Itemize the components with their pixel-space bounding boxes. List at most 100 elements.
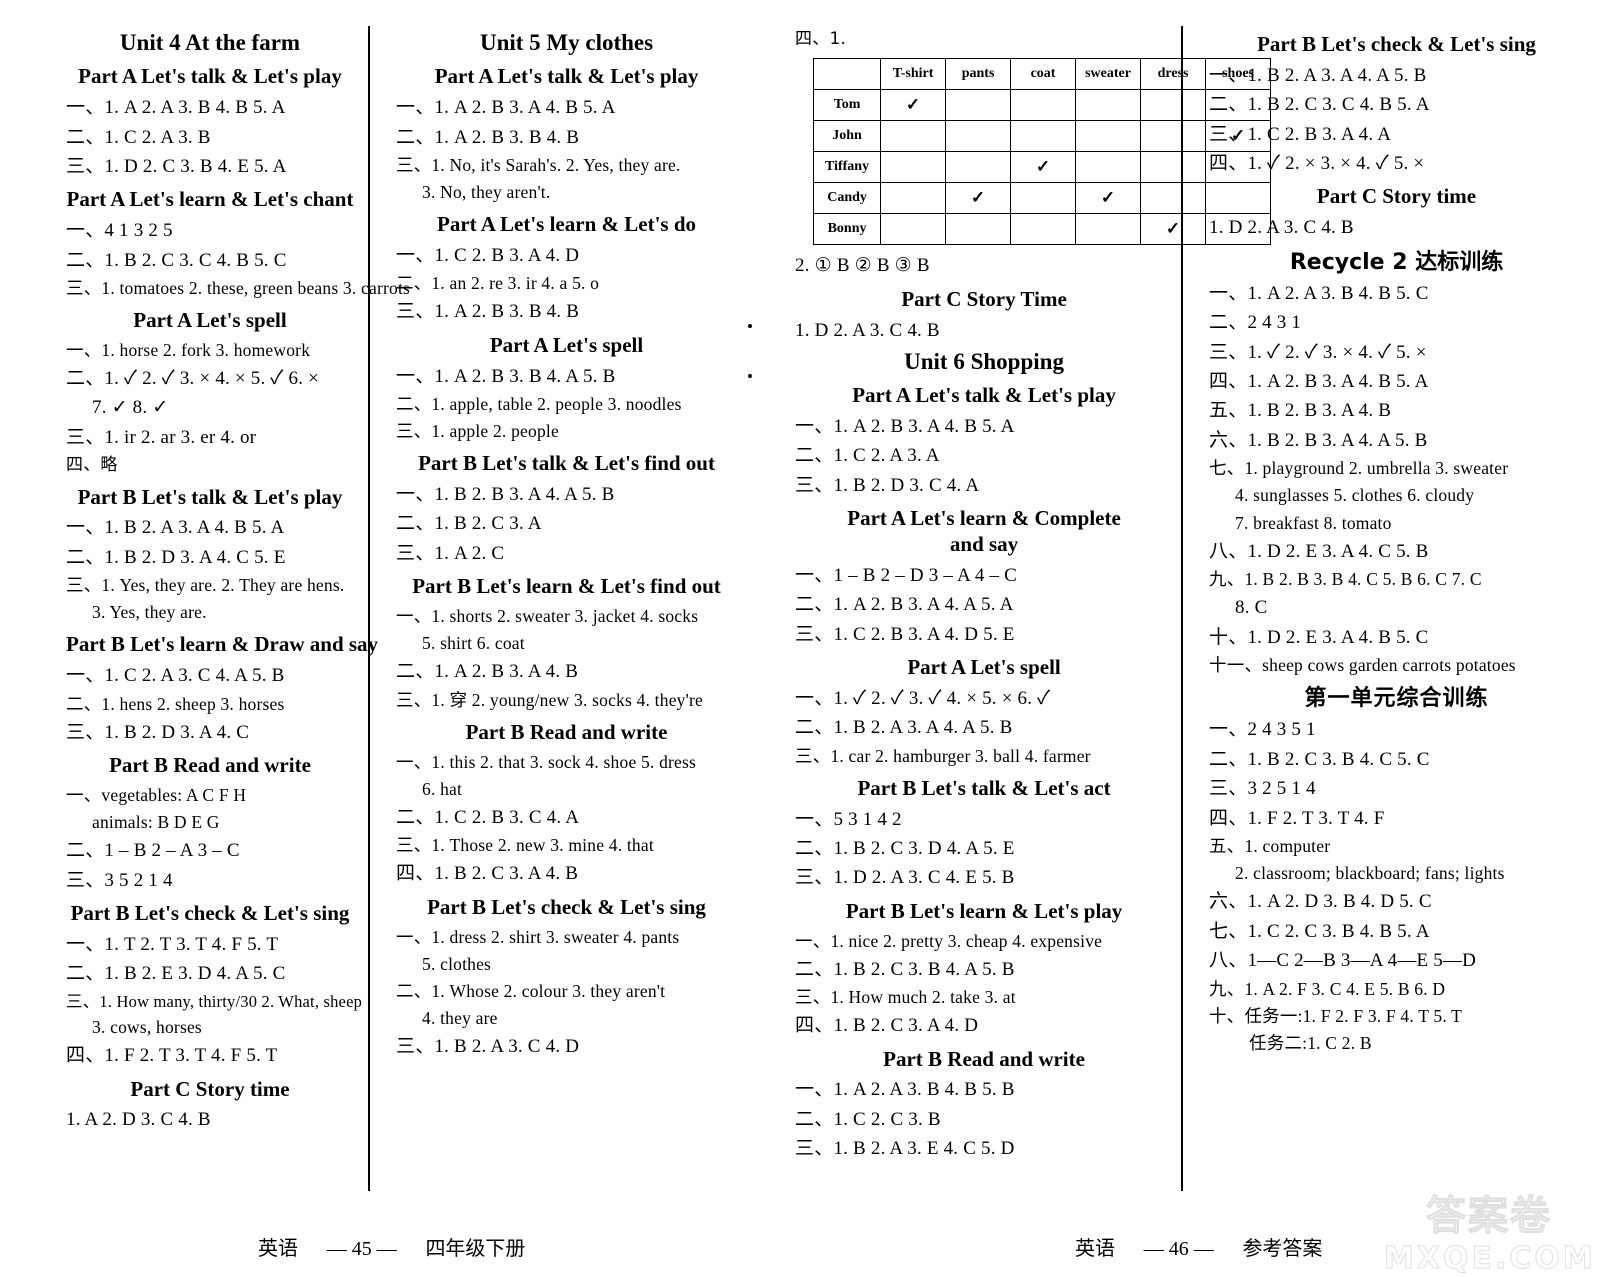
footer-book: 参考答案 [1242,1236,1323,1260]
answer-line: 三、1. B 2. D 3. C 4. A [795,474,980,496]
answer-line: 一、1. A 2. A 3. B 4. B 5. A [66,97,286,119]
empty-cell [945,89,1012,122]
empty-cell [880,151,947,184]
answer-line: 二、1. C 2. A 3. A [795,445,940,467]
empty-cell [945,151,1012,184]
answer-line: 一、1. B 2. A 3. A 4. A 5. B [1209,64,1427,86]
answer-line: 4. they are [422,1007,498,1028]
empty-cell [945,213,1012,246]
table-row-label: Tiffany [813,151,882,184]
answer-line: 二、1. ✓ 2. ✓ 3. × 4. × 5. ✓ 6. × [66,367,320,389]
answer-line: 二、1. an 2. re 3. ir 4. a 5. o [396,273,600,294]
answer-line: 一、1. dress 2. shirt 3. sweater 4. pants [396,926,680,947]
answer-line: 6. hat [422,778,463,799]
table-col-header: pants [945,58,1012,91]
answer-line: 二、2 4 3 1 [1209,312,1302,334]
answer-line: 5. shirt 6. coat [422,633,525,654]
answer-line: animals: B D E G [92,812,220,833]
page-footer: 英语 — 45 — 四年级下册 英语 — 46 — 参考答案 答案卷 MXQE.… [0,1191,1600,1277]
answer-line: 三、1. Those 2. new 3. mine 4. that [396,835,654,856]
answer-line: 四、1. B 2. C 3. A 4. B [396,863,579,885]
answer-line: 三、1. A 2. B 3. B 4. B [396,301,580,323]
answer-line: 二、1. B 2. C 3. C 4. B 5. C [66,249,287,271]
col3-section1-header: Part C Story Time [901,286,1067,311]
answer-line: 二、1. C 2. B 3. C 4. A [396,806,580,828]
answer-line: 三、1. 穿 2. young/new 3. socks 4. they're [396,689,703,710]
empty-cell [1075,89,1142,122]
answer-line: 三、1. ✓ 2. ✓ 3. × 4. ✓ 5. × [1209,341,1427,363]
check-icon: ✓ [1035,157,1051,177]
watermark-line-2: MXQE.COM [1384,1241,1596,1277]
answer-line: 一、1. A 2. B 3. A 4. B 5. A [396,97,616,119]
check-icon: ✓ [970,188,986,208]
check-mark-cell: ✓ [1010,151,1077,184]
answer-line: 七、1. playground 2. umbrella 3. sweater [1209,458,1509,479]
column-3-unit6: 四、1. T-shirt pants coat sweater dress sh… [748,26,1272,1191]
table-row-label: Tom [813,89,882,122]
empty-cell [1075,213,1142,246]
answer-line: 十、任务一:1. F 2. F 3. F 4. T 5. T [1209,1005,1463,1026]
empty-cell [1010,213,1077,246]
answer-line: 三、3 2 5 1 4 [1209,778,1316,800]
answer-line: 二、1. C 2. A 3. B [66,126,211,148]
answer-line: 四、1. F 2. T 3. T 4. F 5. T [66,1045,278,1067]
answer-line: 7. ✓ 8. ✓ [92,397,169,419]
col4-section2-header: Part C Story time [1316,184,1477,209]
col1-section5-header: Part B Let's learn & Draw and say [66,632,379,657]
answer-line: 一、1. A 2. B 3. A 4. B 5. A [795,416,1015,438]
column-2-unit5: Unit 5 My clothes Part A Let's talk & Le… [368,26,751,1191]
answer-line: 一、5 3 1 4 2 [795,808,902,830]
question-4-part2: 2. ① B ② B ③ B [795,255,930,277]
answer-line: 8. C [1235,597,1268,619]
footer-subject: 英语 [1075,1236,1115,1260]
answer-line: 一、1. horse 2. fork 3. homework [66,339,311,360]
answer-line: 十一、sheep cows garden carrots potatoes [1209,655,1516,676]
table-row-label: Bonny [813,213,882,246]
col4-section1-header: Part B Let's check & Let's sing [1257,32,1536,56]
answer-line: 一、1. C 2. B 3. A 4. D [396,244,580,266]
answer-line: 三、3 5 2 1 4 [66,869,173,891]
answer-line: 三、1. Yes, they are. 2. They are hens. [66,575,345,596]
footer-left: 英语 — 45 — 四年级下册 [258,1232,525,1261]
table-col-header: T-shirt [880,58,947,91]
col1-section3-header: Part A Let's spell [133,308,287,333]
footer-book: 四年级下册 [425,1236,526,1260]
footer-subject: 英语 [258,1236,298,1260]
answer-line: 一、1. A 2. A 3. B 4. B 5. C [1209,282,1429,304]
check-icon: ✓ [905,95,921,115]
answer-line: 二、1. B 2. C 3. D 4. A 5. E [795,837,1015,859]
col1-section4-header: Part B Let's talk & Let's play [77,484,343,509]
answer-line: 二、1. hens 2. sheep 3. horses [66,693,285,714]
answer-line: 三、1. B 2. D 3. A 4. C [66,721,250,743]
answer-line: 2. classroom; blackboard; fans; lights [1235,863,1505,884]
answer-line: 三、1. No, it's Sarah's. 2. Yes, they are. [396,154,681,175]
clothing-checkbox-table-wrapper: T-shirt pants coat sweater dress shoes T… [813,58,1272,246]
answer-line: 五、1. computer [1209,836,1331,856]
answer-line: 四、1. B 2. C 3. A 4. D [795,1015,979,1037]
answer-line: 四、1. ✓ 2. × 3. × 4. ✓ 5. × [1209,153,1425,175]
recycle2-title: Recycle 2 达标训练 [1289,249,1504,275]
answer-line: 七、1. C 2. C 3. B 4. B 5. A [1209,920,1430,942]
answer-line: 二、1. B 2. D 3. A 4. C 5. E [66,546,286,568]
col1-section7-header: Part B Let's check & Let's sing [70,901,350,926]
answer-line: 四、略 [66,455,118,476]
answer-line: 二、1. B 2. E 3. D 4. A 5. C [66,963,286,985]
answer-line: 三、1. How many, thirty/30 2. What, sheep [66,991,363,1011]
answer-line: 九、1. B 2. B 3. B 4. C 5. B 6. C 7. C [1209,569,1482,590]
check-icon: ✓ [1165,219,1181,239]
answer-line: 二、1. A 2. B 3. A 4. A 5. A [795,594,1014,616]
question-4-label: 四、1. [795,29,847,49]
unit6-title: Unit 6 Shopping [904,348,1064,374]
empty-cell [880,213,947,246]
col2-section3-header: Part A Let's spell [489,332,644,357]
answer-line: 一、1 – B 2 – D 3 – A 4 – C [795,564,1017,586]
empty-cell [945,120,1012,153]
answer-line: 五、1. B 2. B 3. A 4. B [1209,400,1392,422]
table-row-label: Candy [813,182,882,215]
answer-line: 四、1. F 2. T 3. T 4. F [1209,807,1385,829]
col1-section6-header: Part B Read and write [109,753,311,778]
answer-line: 一、4 1 3 2 5 [66,220,173,242]
col3-section3-header-cont: and say [949,532,1019,557]
page-number: — 46 — [1143,1238,1214,1260]
answer-line: 一、1. shorts 2. sweater 3. jacket 4. sock… [396,606,699,627]
